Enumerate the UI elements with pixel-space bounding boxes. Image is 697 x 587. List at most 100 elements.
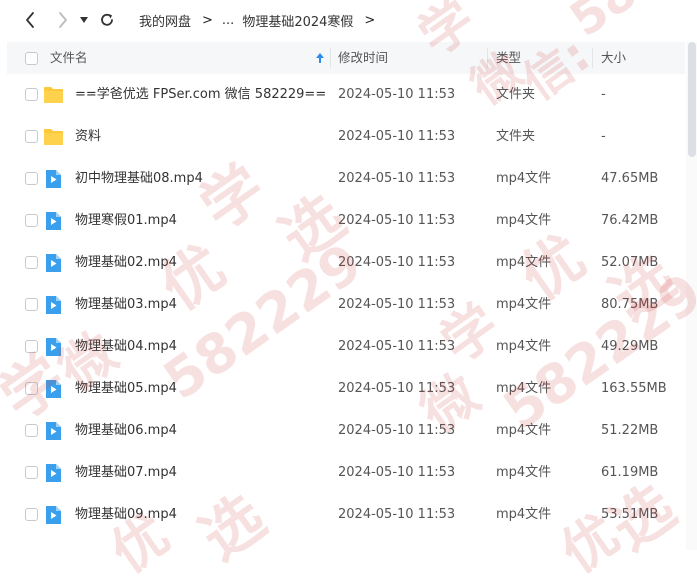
list-item[interactable]: 物理寒假01.mp4 2024-05-10 11:53 mp4文件 76.42M… <box>0 200 697 242</box>
file-modified: 2024-05-10 11:53 <box>338 297 456 312</box>
file-name[interactable]: 物理基础03.mp4 <box>75 284 177 326</box>
chevron-left-icon <box>26 12 34 28</box>
video-file-icon <box>46 338 61 356</box>
refresh-icon <box>101 13 113 26</box>
file-size: 49.29MB <box>601 339 659 354</box>
file-name[interactable]: 初中物理基础08.mp4 <box>75 158 203 200</box>
file-modified: 2024-05-10 11:53 <box>338 465 456 480</box>
file-type: mp4文件 <box>496 465 552 480</box>
row-checkbox[interactable] <box>25 256 38 269</box>
breadcrumb-current[interactable]: 物理基础2024寒假 <box>242 11 353 30</box>
row-checkbox[interactable] <box>25 382 38 395</box>
list-item[interactable]: 物理基础09.mp4 2024-05-10 11:53 mp4文件 53.51M… <box>0 494 697 536</box>
breadcrumb-separator: > <box>202 12 213 28</box>
file-type: mp4文件 <box>496 171 552 186</box>
forward-button[interactable] <box>52 8 74 32</box>
file-name[interactable]: 物理基础05.mp4 <box>75 368 177 410</box>
list-item[interactable]: 物理基础02.mp4 2024-05-10 11:53 mp4文件 52.07M… <box>0 242 697 284</box>
file-type: mp4文件 <box>496 381 552 396</box>
video-file-icon <box>46 506 61 524</box>
caret-down-icon <box>80 17 88 23</box>
file-type: mp4文件 <box>496 507 552 522</box>
scrollbar-thumb[interactable] <box>688 42 696 157</box>
folder-icon <box>44 87 63 103</box>
breadcrumb-root[interactable]: 我的网盘 <box>139 11 191 30</box>
row-checkbox[interactable] <box>25 508 38 521</box>
video-file-icon <box>46 380 61 398</box>
row-checkbox[interactable] <box>25 424 38 437</box>
file-size: - <box>601 129 606 144</box>
folder-icon <box>44 129 63 145</box>
file-modified: 2024-05-10 11:53 <box>338 129 456 144</box>
row-checkbox[interactable] <box>25 172 38 185</box>
file-name[interactable]: 物理基础07.mp4 <box>75 452 177 494</box>
file-name[interactable]: 物理基础06.mp4 <box>75 410 177 452</box>
file-name[interactable]: 物理寒假01.mp4 <box>75 200 177 242</box>
breadcrumb: 我的网盘 > ... 物理基础2024寒假 > <box>139 11 384 30</box>
file-type: 文件夹 <box>496 129 536 144</box>
file-name[interactable]: 物理基础04.mp4 <box>75 326 177 368</box>
row-checkbox[interactable] <box>25 466 38 479</box>
row-checkbox[interactable] <box>25 130 38 143</box>
video-file-icon <box>46 422 61 440</box>
file-size: 76.42MB <box>601 213 659 228</box>
file-size: - <box>601 87 606 102</box>
file-name[interactable]: 物理基础02.mp4 <box>75 242 177 284</box>
back-button[interactable] <box>19 8 41 32</box>
file-list-header: 文件名 修改时间 类型 大小 <box>7 42 685 74</box>
list-item[interactable]: ==学爸优选 FPSer.com 微信 582229== 2024-05-10 … <box>0 74 697 116</box>
file-modified: 2024-05-10 11:53 <box>338 171 456 186</box>
file-modified: 2024-05-10 11:53 <box>338 423 456 438</box>
list-item[interactable]: 物理基础04.mp4 2024-05-10 11:53 mp4文件 49.29M… <box>0 326 697 368</box>
file-type: mp4文件 <box>496 423 552 438</box>
column-divider <box>330 48 331 68</box>
list-item[interactable]: 物理基础05.mp4 2024-05-10 11:53 mp4文件 163.55… <box>0 368 697 410</box>
video-file-icon <box>46 212 61 230</box>
row-checkbox[interactable] <box>25 298 38 311</box>
refresh-button[interactable] <box>96 8 118 32</box>
file-type: mp4文件 <box>496 255 552 270</box>
file-modified: 2024-05-10 11:53 <box>338 87 456 102</box>
file-name[interactable]: 资料 <box>75 116 101 158</box>
sort-up-arrow-icon[interactable] <box>315 52 325 64</box>
list-item[interactable]: 初中物理基础08.mp4 2024-05-10 11:53 mp4文件 47.6… <box>0 158 697 200</box>
file-size: 163.55MB <box>601 381 667 396</box>
file-size: 53.51MB <box>601 507 659 522</box>
header-name[interactable]: 文件名 <box>50 42 88 74</box>
breadcrumb-ellipsis[interactable]: ... <box>222 13 234 28</box>
file-type: mp4文件 <box>496 213 552 228</box>
header-type[interactable]: 类型 <box>496 42 521 74</box>
file-size: 61.19MB <box>601 465 659 480</box>
file-name[interactable]: ==学爸优选 FPSer.com 微信 582229== <box>75 74 326 116</box>
row-checkbox[interactable] <box>25 88 38 101</box>
file-modified: 2024-05-10 11:53 <box>338 213 456 228</box>
file-name[interactable]: 物理基础09.mp4 <box>75 494 177 536</box>
chevron-right-icon <box>59 12 67 28</box>
row-checkbox[interactable] <box>25 214 38 227</box>
list-item[interactable]: 物理基础07.mp4 2024-05-10 11:53 mp4文件 61.19M… <box>0 452 697 494</box>
file-size: 52.07MB <box>601 255 659 270</box>
column-divider <box>592 48 593 68</box>
file-type: mp4文件 <box>496 297 552 312</box>
video-file-icon <box>46 170 61 188</box>
file-size: 47.65MB <box>601 171 659 186</box>
list-item[interactable]: 物理基础03.mp4 2024-05-10 11:53 mp4文件 80.75M… <box>0 284 697 326</box>
header-size[interactable]: 大小 <box>601 42 626 74</box>
history-dropdown-button[interactable] <box>75 8 93 32</box>
list-item[interactable]: 物理基础06.mp4 2024-05-10 11:53 mp4文件 51.22M… <box>0 410 697 452</box>
list-item[interactable]: 资料 2024-05-10 11:53 文件夹 - <box>0 116 697 158</box>
breadcrumb-separator: > <box>364 12 376 28</box>
video-file-icon <box>46 464 61 482</box>
file-modified: 2024-05-10 11:53 <box>338 255 456 270</box>
header-modified[interactable]: 修改时间 <box>338 42 388 74</box>
file-modified: 2024-05-10 11:53 <box>338 507 456 522</box>
video-file-icon <box>46 296 61 314</box>
file-type: mp4文件 <box>496 339 552 354</box>
select-all-checkbox[interactable] <box>25 52 38 65</box>
toolbar: 我的网盘 > ... 物理基础2024寒假 > <box>0 0 697 40</box>
column-divider <box>487 48 488 68</box>
file-modified: 2024-05-10 11:53 <box>338 339 456 354</box>
row-checkbox[interactable] <box>25 340 38 353</box>
file-modified: 2024-05-10 11:53 <box>338 381 456 396</box>
file-type: 文件夹 <box>496 87 536 102</box>
